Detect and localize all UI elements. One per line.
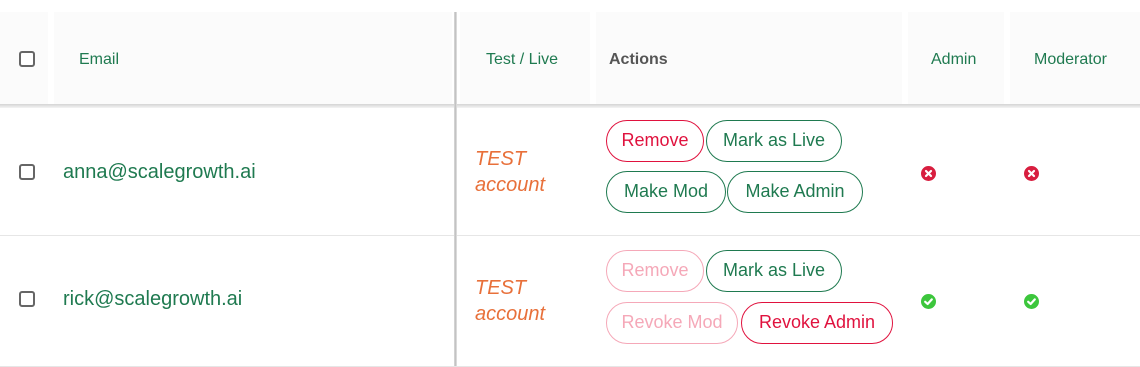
header-moderator[interactable]: Moderator [1034,50,1107,70]
users-table: Email Test / Live Actions Admin Moderato… [0,0,1140,367]
select-all-checkbox[interactable] [19,51,35,67]
header-admin[interactable]: Admin [931,50,976,70]
test-label-line2: account [475,303,546,325]
check-circle-icon [1024,294,1039,309]
row-email: anna@scalegrowth.ai [63,161,256,183]
remove-button[interactable]: Remove [606,120,704,162]
test-label-line1: TEST [475,148,527,170]
test-account-label: TEST account [475,146,545,198]
mark-live-button[interactable]: Mark as Live [706,250,842,292]
make-admin-button[interactable]: Make Admin [727,171,863,213]
remove-button[interactable]: Remove [606,250,704,292]
x-circle-icon [921,166,936,181]
test-label-line2: account [475,174,546,196]
mark-live-button[interactable]: Mark as Live [706,120,842,162]
row-email: rick@scalegrowth.ai [63,288,243,310]
revoke-admin-button[interactable]: Revoke Admin [741,302,893,344]
header-actions: Actions [609,51,668,68]
revoke-mod-button[interactable]: Revoke Mod [606,302,738,344]
make-mod-button[interactable]: Make Mod [606,171,726,213]
column-resize-handle[interactable] [454,12,457,366]
header-test-live[interactable]: Test / Live [486,50,558,70]
x-circle-icon [1024,166,1039,181]
check-circle-icon [921,294,936,309]
row-checkbox[interactable] [19,291,35,307]
header-email[interactable]: Email [79,50,119,70]
test-account-label: TEST account [475,275,545,327]
test-label-line1: TEST [475,277,527,299]
row-checkbox[interactable] [19,164,35,180]
